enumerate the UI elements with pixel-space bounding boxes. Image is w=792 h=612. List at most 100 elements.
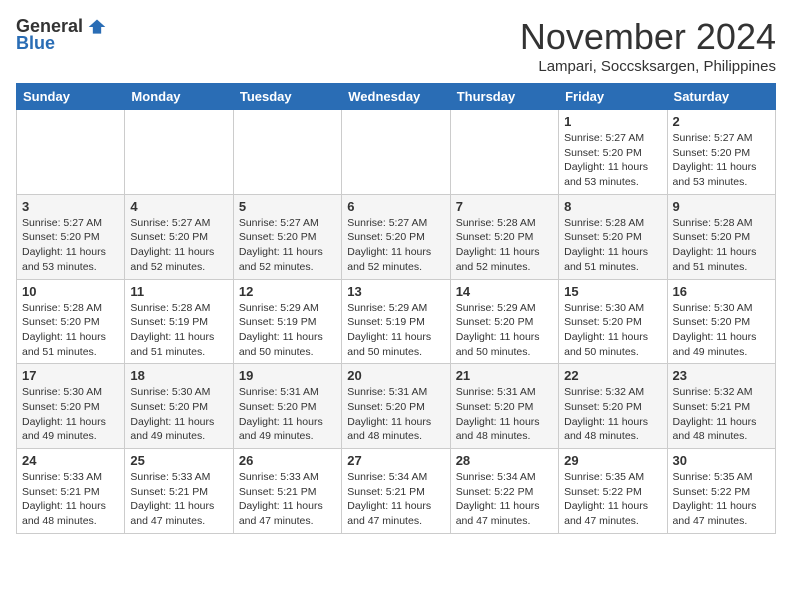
title-block: November 2024 Lampari, Soccsksargen, Phi… xyxy=(520,16,776,75)
day-info: Sunrise: 5:27 AM Sunset: 5:20 PM Dayligh… xyxy=(22,216,119,275)
day-info: Sunrise: 5:31 AM Sunset: 5:20 PM Dayligh… xyxy=(347,385,444,444)
logo: General Blue xyxy=(16,16,107,54)
day-info: Sunrise: 5:33 AM Sunset: 5:21 PM Dayligh… xyxy=(22,470,119,529)
day-info: Sunrise: 5:28 AM Sunset: 5:20 PM Dayligh… xyxy=(673,216,770,275)
calendar-empty-cell xyxy=(450,110,558,195)
weekday-header-thursday: Thursday xyxy=(450,84,558,110)
day-number: 2 xyxy=(673,114,770,129)
day-number: 29 xyxy=(564,453,661,468)
location-subtitle: Lampari, Soccsksargen, Philippines xyxy=(520,58,776,75)
calendar-day-23: 23Sunrise: 5:32 AM Sunset: 5:21 PM Dayli… xyxy=(667,364,775,449)
calendar-empty-cell xyxy=(17,110,125,195)
day-number: 7 xyxy=(456,199,553,214)
calendar-week-row: 24 Sunrise: 5:33 AM Sunset: 5:21 PM Dayli… xyxy=(17,449,776,534)
weekday-header-sunday: Sunday xyxy=(17,84,125,110)
page-header: General Blue November 2024 Lampari, Socc… xyxy=(16,16,776,75)
calendar-day-7: 7 Sunrise: 5:28 AM Sunset: 5:20 PM Daylig… xyxy=(450,194,558,279)
day-number: 5 xyxy=(239,199,336,214)
day-number: 28 xyxy=(456,453,553,468)
day-info: Sunrise: 5:33 AM Sunset: 5:21 PM Dayligh… xyxy=(130,470,227,529)
calendar-day-5: 5 Sunrise: 5:27 AM Sunset: 5:20 PM Daylig… xyxy=(233,194,341,279)
day-number: 14 xyxy=(456,284,553,299)
day-number: 30 xyxy=(673,453,770,468)
weekday-header-wednesday: Wednesday xyxy=(342,84,450,110)
day-info: Sunrise: 5:27 AM Sunset: 5:20 PM Dayligh… xyxy=(130,216,227,275)
calendar-day-1: 1Sunrise: 5:27 AM Sunset: 5:20 PM Daylig… xyxy=(559,110,667,195)
calendar-day-3: 3Sunrise: 5:27 AM Sunset: 5:20 PM Daylig… xyxy=(17,194,125,279)
weekday-header-saturday: Saturday xyxy=(667,84,775,110)
day-info: Sunrise: 5:28 AM Sunset: 5:19 PM Dayligh… xyxy=(130,301,227,360)
day-info: Sunrise: 5:29 AM Sunset: 5:20 PM Dayligh… xyxy=(456,301,553,360)
day-info: Sunrise: 5:30 AM Sunset: 5:20 PM Dayligh… xyxy=(673,301,770,360)
calendar-day-16: 16 Sunrise: 5:30 AM Sunset: 5:20 PM Dayli… xyxy=(667,279,775,364)
day-number: 4 xyxy=(130,199,227,214)
day-info: Sunrise: 5:31 AM Sunset: 5:20 PM Dayligh… xyxy=(239,385,336,444)
day-number: 27 xyxy=(347,453,444,468)
calendar-table: SundayMondayTuesdayWednesdayThursdayFrid… xyxy=(16,83,776,534)
day-info: Sunrise: 5:34 AM Sunset: 5:21 PM Dayligh… xyxy=(347,470,444,529)
calendar-week-row: 17 Sunrise: 5:30 AM Sunset: 5:20 PM Dayli… xyxy=(17,364,776,449)
calendar-empty-cell xyxy=(342,110,450,195)
day-number: 25 xyxy=(130,453,227,468)
calendar-day-26: 26 Sunrise: 5:33 AM Sunset: 5:21 PM Dayli… xyxy=(233,449,341,534)
day-info: Sunrise: 5:35 AM Sunset: 5:22 PM Dayligh… xyxy=(564,470,661,529)
day-number: 13 xyxy=(347,284,444,299)
day-number: 16 xyxy=(673,284,770,299)
day-info: Sunrise: 5:32 AM Sunset: 5:21 PM Dayligh… xyxy=(673,385,770,444)
calendar-day-20: 20 Sunrise: 5:31 AM Sunset: 5:20 PM Dayli… xyxy=(342,364,450,449)
day-info: Sunrise: 5:28 AM Sunset: 5:20 PM Dayligh… xyxy=(456,216,553,275)
logo-blue-text: Blue xyxy=(16,33,55,54)
weekday-header-tuesday: Tuesday xyxy=(233,84,341,110)
calendar-day-25: 25 Sunrise: 5:33 AM Sunset: 5:21 PM Dayli… xyxy=(125,449,233,534)
day-number: 9 xyxy=(673,199,770,214)
weekday-header-monday: Monday xyxy=(125,84,233,110)
calendar-week-row: 3Sunrise: 5:27 AM Sunset: 5:20 PM Daylig… xyxy=(17,194,776,279)
logo-icon xyxy=(87,17,107,37)
day-info: Sunrise: 5:35 AM Sunset: 5:22 PM Dayligh… xyxy=(673,470,770,529)
calendar-day-12: 12 Sunrise: 5:29 AM Sunset: 5:19 PM Dayli… xyxy=(233,279,341,364)
day-info: Sunrise: 5:30 AM Sunset: 5:20 PM Dayligh… xyxy=(22,385,119,444)
calendar-day-29: 29 Sunrise: 5:35 AM Sunset: 5:22 PM Dayli… xyxy=(559,449,667,534)
day-number: 24 xyxy=(22,453,119,468)
day-number: 20 xyxy=(347,368,444,383)
calendar-day-8: 8 Sunrise: 5:28 AM Sunset: 5:20 PM Daylig… xyxy=(559,194,667,279)
day-info: Sunrise: 5:27 AM Sunset: 5:20 PM Dayligh… xyxy=(239,216,336,275)
calendar-day-27: 27 Sunrise: 5:34 AM Sunset: 5:21 PM Dayli… xyxy=(342,449,450,534)
calendar-week-row: 10Sunrise: 5:28 AM Sunset: 5:20 PM Dayli… xyxy=(17,279,776,364)
calendar-empty-cell xyxy=(125,110,233,195)
calendar-day-15: 15Sunrise: 5:30 AM Sunset: 5:20 PM Dayli… xyxy=(559,279,667,364)
day-number: 8 xyxy=(564,199,661,214)
day-info: Sunrise: 5:27 AM Sunset: 5:20 PM Dayligh… xyxy=(347,216,444,275)
calendar-empty-cell xyxy=(233,110,341,195)
calendar-week-row: 1Sunrise: 5:27 AM Sunset: 5:20 PM Daylig… xyxy=(17,110,776,195)
day-info: Sunrise: 5:27 AM Sunset: 5:20 PM Dayligh… xyxy=(564,131,661,190)
day-info: Sunrise: 5:30 AM Sunset: 5:20 PM Dayligh… xyxy=(564,301,661,360)
day-number: 17 xyxy=(22,368,119,383)
calendar-header-row: SundayMondayTuesdayWednesdayThursdayFrid… xyxy=(17,84,776,110)
day-info: Sunrise: 5:28 AM Sunset: 5:20 PM Dayligh… xyxy=(22,301,119,360)
calendar-day-21: 21 Sunrise: 5:31 AM Sunset: 5:20 PM Dayli… xyxy=(450,364,558,449)
calendar-day-30: 30 Sunrise: 5:35 AM Sunset: 5:22 PM Dayli… xyxy=(667,449,775,534)
calendar-day-10: 10Sunrise: 5:28 AM Sunset: 5:20 PM Dayli… xyxy=(17,279,125,364)
calendar-day-24: 24 Sunrise: 5:33 AM Sunset: 5:21 PM Dayli… xyxy=(17,449,125,534)
day-info: Sunrise: 5:29 AM Sunset: 5:19 PM Dayligh… xyxy=(239,301,336,360)
day-number: 26 xyxy=(239,453,336,468)
day-info: Sunrise: 5:31 AM Sunset: 5:20 PM Dayligh… xyxy=(456,385,553,444)
day-number: 19 xyxy=(239,368,336,383)
day-number: 12 xyxy=(239,284,336,299)
day-number: 22 xyxy=(564,368,661,383)
day-info: Sunrise: 5:32 AM Sunset: 5:20 PM Dayligh… xyxy=(564,385,661,444)
calendar-day-6: 6Sunrise: 5:27 AM Sunset: 5:20 PM Daylig… xyxy=(342,194,450,279)
calendar-day-4: 4 Sunrise: 5:27 AM Sunset: 5:20 PM Daylig… xyxy=(125,194,233,279)
calendar-day-14: 14 Sunrise: 5:29 AM Sunset: 5:20 PM Dayli… xyxy=(450,279,558,364)
calendar-day-2: 2Sunrise: 5:27 AM Sunset: 5:20 PM Daylig… xyxy=(667,110,775,195)
calendar-day-18: 18Sunrise: 5:30 AM Sunset: 5:20 PM Dayli… xyxy=(125,364,233,449)
day-number: 21 xyxy=(456,368,553,383)
calendar-day-13: 13 Sunrise: 5:29 AM Sunset: 5:19 PM Dayli… xyxy=(342,279,450,364)
day-info: Sunrise: 5:29 AM Sunset: 5:19 PM Dayligh… xyxy=(347,301,444,360)
calendar-day-22: 22 Sunrise: 5:32 AM Sunset: 5:20 PM Dayli… xyxy=(559,364,667,449)
day-info: Sunrise: 5:30 AM Sunset: 5:20 PM Dayligh… xyxy=(130,385,227,444)
day-info: Sunrise: 5:28 AM Sunset: 5:20 PM Dayligh… xyxy=(564,216,661,275)
day-info: Sunrise: 5:33 AM Sunset: 5:21 PM Dayligh… xyxy=(239,470,336,529)
day-info: Sunrise: 5:34 AM Sunset: 5:22 PM Dayligh… xyxy=(456,470,553,529)
